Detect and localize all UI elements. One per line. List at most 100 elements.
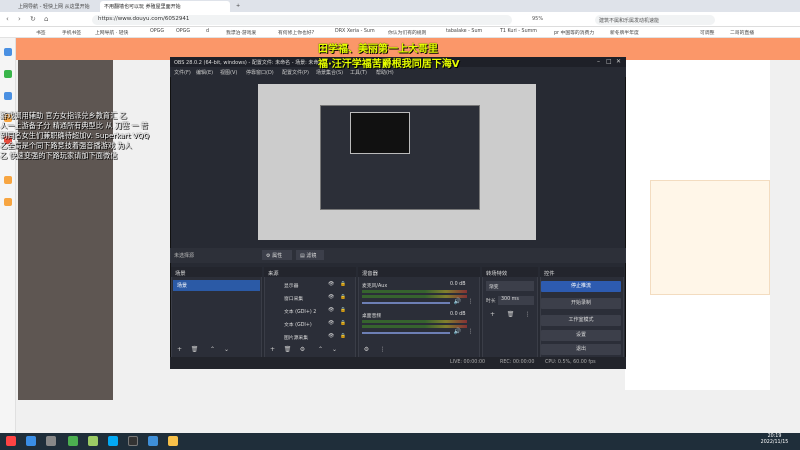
minimize-icon[interactable]: – — [597, 58, 600, 65]
bookmark-item[interactable]: 有何修上你也好? — [278, 29, 314, 36]
add-scene-icon[interactable]: + — [175, 345, 184, 354]
source-item[interactable]: 窗口采集 👁 🔒 — [268, 295, 352, 305]
speaker-icon[interactable]: 🔊 — [453, 297, 462, 306]
sidebar-app-icon[interactable] — [4, 48, 12, 56]
menu-help[interactable]: 帮助(H) — [376, 69, 394, 76]
transition-select[interactable]: 渐变 — [486, 281, 534, 291]
bookmark-item[interactable]: OPGG — [176, 29, 190, 34]
zoom-level[interactable]: 95% — [532, 16, 543, 22]
source-item[interactable]: 显示器 👁 🔒 — [268, 282, 352, 292]
app-icon[interactable] — [88, 436, 98, 446]
bookmark-item[interactable]: 书签 — [36, 29, 46, 36]
move-up-icon[interactable]: ⌃ — [208, 345, 217, 354]
source-up-icon[interactable]: ⌃ — [316, 345, 325, 354]
sidebar-app-icon[interactable] — [4, 70, 12, 78]
folder-icon[interactable] — [168, 436, 178, 446]
transition-menu-icon[interactable]: ⋮ — [523, 310, 532, 319]
source-down-icon[interactable]: ⌄ — [330, 345, 339, 354]
volume-slider[interactable] — [362, 332, 450, 334]
bookmark-item[interactable]: 手机书签 — [62, 29, 81, 36]
bookmark-item[interactable]: pr 中国等的消费力 — [554, 29, 594, 36]
remove-scene-icon[interactable]: 🗑 — [190, 345, 199, 354]
taskbar-clock[interactable]: 20:19 2022/11/15 — [752, 434, 797, 446]
lock-icon[interactable]: 🔒 — [340, 334, 346, 339]
eye-icon[interactable]: 👁 — [328, 308, 334, 313]
bookmark-item[interactable]: 可调整 — [700, 29, 714, 36]
source-settings-icon[interactable]: ⚙ — [298, 345, 307, 354]
volume-slider[interactable] — [362, 302, 450, 304]
browser-icon[interactable] — [148, 436, 158, 446]
forward-icon[interactable]: › — [18, 15, 21, 23]
new-tab-button[interactable]: + — [232, 1, 244, 12]
speaker-icon[interactable]: 🔊 — [453, 327, 462, 336]
lock-icon[interactable]: 🔒 — [340, 295, 346, 300]
remove-source-icon[interactable]: 🗑 — [283, 345, 292, 354]
bookmark-item[interactable]: 你认为们有的规则 — [388, 29, 426, 36]
back-icon[interactable]: ‹ — [6, 15, 9, 23]
exit-button[interactable]: 退出 — [541, 344, 621, 355]
move-down-icon[interactable]: ⌄ — [222, 345, 231, 354]
menu-scene-collection[interactable]: 场景集合(S) — [316, 69, 343, 76]
studio-mode-button[interactable]: 工作室模式 — [541, 315, 621, 326]
add-source-icon[interactable]: + — [268, 345, 277, 354]
start-icon[interactable] — [6, 436, 16, 446]
bookmark-item[interactable]: 二哥的直播 — [730, 29, 754, 36]
source-item[interactable]: 图片源采集 👁 🔒 — [268, 334, 352, 344]
menu-docks[interactable]: 停靠窗口(D) — [246, 69, 274, 76]
browser-tab-1[interactable]: 上网导航 - 轻快上网 从这里开始 — [14, 1, 99, 12]
close-icon[interactable]: ✕ — [616, 58, 621, 65]
add-transition-icon[interactable]: + — [488, 310, 497, 319]
eye-icon[interactable]: 👁 — [328, 334, 334, 339]
mixer-track-name: 桌面音频 — [362, 314, 382, 319]
remove-transition-icon[interactable]: 🗑 — [506, 310, 515, 319]
duration-input[interactable]: 300 ms — [498, 296, 534, 305]
reload-icon[interactable]: ↻ — [30, 15, 36, 23]
bookmark-item[interactable]: DRX Xeria - Sum — [335, 29, 375, 34]
mixer-settings-icon[interactable]: ⚙ — [362, 345, 371, 354]
url-input[interactable]: https://www.douyu.com/6052941 — [92, 15, 512, 25]
stop-stream-button[interactable]: 停止推流 — [541, 281, 621, 292]
sidebar-app-icon[interactable] — [4, 198, 12, 206]
maximize-icon[interactable]: □ — [606, 58, 612, 65]
source-item[interactable]: 文本 (GDI+) 👁 🔒 — [268, 321, 352, 331]
eye-icon[interactable]: 👁 — [328, 321, 334, 326]
search-icon[interactable] — [26, 436, 36, 446]
bookmark-item[interactable]: 我漂泊·游戏爱 — [226, 29, 256, 36]
menu-file[interactable]: 文件(F) — [174, 69, 191, 76]
mixer-menu-icon[interactable]: ⋮ — [466, 327, 475, 336]
wechat-icon[interactable] — [108, 436, 118, 446]
lock-icon[interactable]: 🔒 — [340, 321, 346, 326]
menu-view[interactable]: 视图(V) — [220, 69, 237, 76]
app-icon[interactable] — [68, 436, 78, 446]
mixer-more-icon[interactable]: ⋮ — [378, 345, 387, 354]
eye-icon[interactable]: 👁 — [328, 295, 334, 300]
browser-tab-2[interactable]: 不用翻墙也可以玩 养殖屋里面开始 — [100, 1, 230, 12]
lock-icon[interactable]: 🔒 — [340, 308, 346, 313]
sources-dock-title: 来源 — [264, 267, 356, 277]
start-recording-button[interactable]: 开始录制 — [541, 298, 621, 309]
mixer-dock-title: 混音器 — [358, 267, 480, 277]
sidebar-app-icon[interactable] — [4, 92, 12, 100]
search-box[interactable]: 建筑不属和乐属发动机速能 — [595, 15, 715, 25]
menu-tools[interactable]: 工具(T) — [350, 69, 367, 76]
bookmark-item[interactable]: d — [206, 29, 209, 34]
source-item[interactable]: 文本 (GDI+) 2 👁 🔒 — [268, 308, 352, 318]
bookmark-item[interactable]: tabalake - Sum — [446, 29, 482, 34]
properties-button[interactable]: ⚙ 属性 — [262, 250, 292, 260]
settings-button[interactable]: 设置 — [541, 330, 621, 341]
taskview-icon[interactable] — [46, 436, 56, 446]
menu-profile[interactable]: 配置文件(P) — [282, 69, 309, 76]
home-icon[interactable]: ⌂ — [44, 15, 48, 23]
bookmark-item[interactable]: 新冬牌半年度 — [610, 29, 639, 36]
filters-button[interactable]: ▤ 滤镜 — [296, 250, 324, 260]
menu-edit[interactable]: 编辑(E) — [196, 69, 213, 76]
mixer-menu-icon[interactable]: ⋮ — [466, 297, 475, 306]
eye-icon[interactable]: 👁 — [328, 282, 334, 287]
bookmark-item[interactable]: T1 Kuri - Summ — [500, 29, 537, 34]
lock-icon[interactable]: 🔒 — [340, 282, 346, 287]
scene-item[interactable]: 场景 — [173, 280, 260, 291]
obs-taskbar-icon[interactable] — [128, 436, 138, 446]
bookmark-item[interactable]: OPGG — [150, 29, 164, 34]
bookmark-item[interactable]: 上网导航 · 轻快 — [95, 29, 128, 36]
sidebar-app-icon[interactable] — [4, 176, 12, 184]
